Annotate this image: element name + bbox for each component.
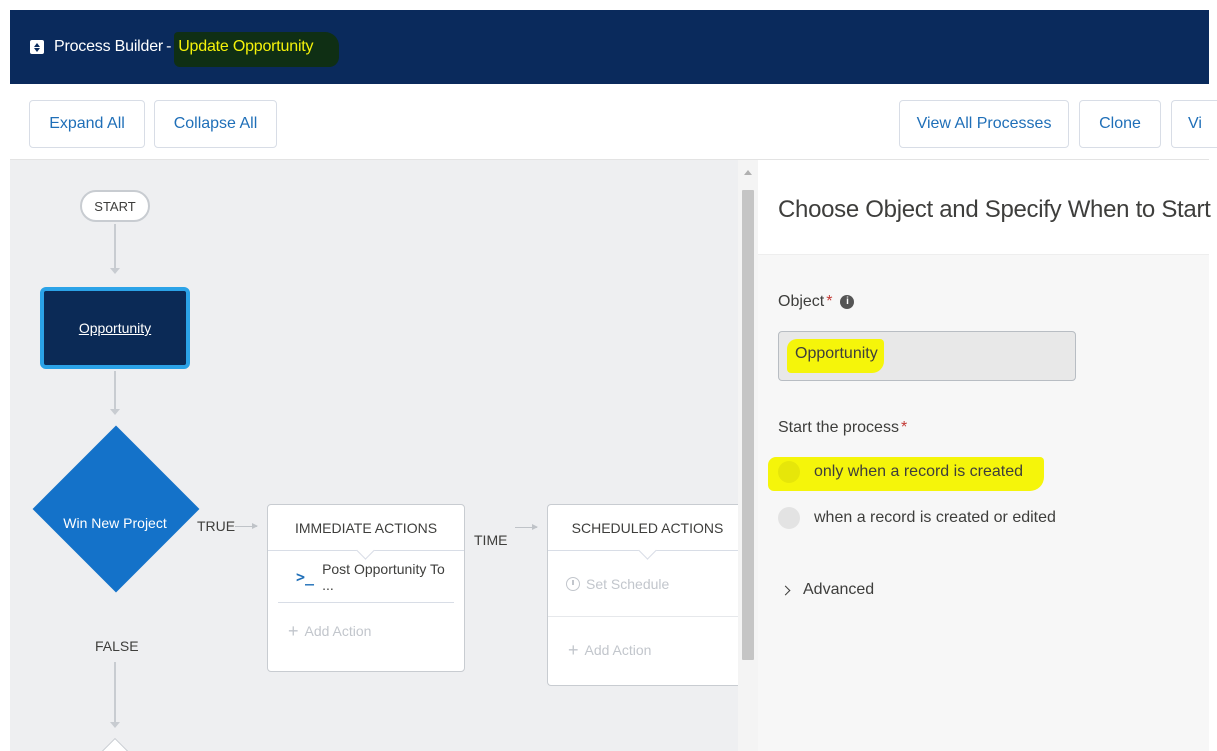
action-label: Post Opportunity To ... [322, 560, 445, 593]
required-mark: * [900, 419, 908, 436]
connector-object [114, 371, 116, 411]
plus-icon: + [288, 620, 299, 641]
view-button[interactable]: Vi [1171, 100, 1217, 148]
app-name: Process Builder [54, 38, 164, 55]
add-action-label: Add Action [304, 623, 372, 639]
object-label: Object [778, 293, 825, 310]
radio-button[interactable] [778, 507, 800, 529]
process-builder-icon [30, 40, 44, 54]
view-all-processes-button[interactable]: View All Processes [899, 100, 1069, 148]
radio-created[interactable]: only when a record is created [778, 461, 1023, 483]
prompt-icon: >_ [296, 567, 315, 586]
title-separator: - [166, 38, 172, 55]
radio-button[interactable] [778, 461, 800, 483]
immediate-actions-header: IMMEDIATE ACTIONS [268, 505, 464, 551]
connector-false [114, 662, 116, 724]
add-action-scheduled[interactable]: + Add Action [548, 617, 747, 683]
arrow-down-icon [110, 409, 120, 415]
criteria-label: Win New Project [63, 515, 167, 531]
panel-title: Choose Object and Specify When to Start … [778, 196, 1217, 223]
time-label: TIME [474, 532, 508, 548]
true-label: TRUE [197, 518, 236, 534]
object-value: Opportunity [787, 339, 884, 373]
scroll-up-icon[interactable] [744, 170, 752, 175]
start-node: START [80, 190, 150, 222]
arrow-down-icon [110, 722, 120, 728]
clone-button[interactable]: Clone [1079, 100, 1161, 148]
properties-panel: Choose Object and Specify When to Start … [758, 160, 1217, 751]
page: Process Builder - Update Opportunity Expan… [0, 0, 1217, 751]
radio-created-edited[interactable]: when a record is created or edited [778, 507, 1056, 529]
clock-icon [566, 576, 580, 591]
scroll-thumb[interactable] [742, 190, 754, 660]
next-criteria-node[interactable] [100, 737, 130, 751]
true-arrow [235, 523, 258, 529]
radio-created-label: only when a record is created [814, 463, 1023, 480]
toolbar: Expand All Collapse All View All Process… [10, 84, 1217, 160]
canvas-scrollbar[interactable] [738, 160, 758, 751]
object-field-label: Object * i [778, 293, 855, 311]
arrow-down-icon [110, 268, 120, 274]
time-arrow [515, 524, 538, 530]
chevron-right-icon [780, 585, 791, 595]
advanced-toggle[interactable]: Advanced [780, 581, 875, 599]
set-schedule-item[interactable]: Set Schedule [548, 551, 747, 617]
expand-all-button[interactable]: Expand All [29, 100, 145, 148]
app-header: Process Builder - Update Opportunity [10, 10, 1209, 84]
app-title: Process Builder - Update Opportunity [54, 32, 340, 67]
add-action-label: Add Action [584, 642, 652, 658]
panel-body: Object * i Opportunity Start the process * … [758, 255, 1209, 751]
info-icon[interactable]: i [840, 294, 855, 309]
panel-header: Choose Object and Specify When to Start … [758, 160, 1217, 255]
object-input[interactable]: Opportunity [778, 331, 1076, 381]
add-action-immediate[interactable]: + Add Action [268, 603, 464, 659]
false-label: FALSE [95, 638, 139, 654]
criteria-node[interactable] [32, 425, 200, 593]
process-name: Update Opportunity [174, 32, 340, 67]
start-label: Start the process [778, 419, 899, 436]
advanced-label: Advanced [803, 581, 875, 598]
start-process-label: Start the process * [778, 419, 907, 437]
object-node[interactable]: Opportunity [40, 287, 190, 369]
collapse-all-button[interactable]: Collapse All [154, 100, 277, 148]
process-canvas: START Opportunity Win New Project TRUE F… [10, 160, 747, 751]
scheduled-actions-header: SCHEDULED ACTIONS [548, 505, 747, 551]
set-schedule-label: Set Schedule [586, 575, 670, 592]
required-mark: * [826, 293, 833, 310]
connector-start [114, 224, 116, 270]
plus-icon: + [568, 639, 579, 660]
immediate-actions-box: IMMEDIATE ACTIONS >_ Post Opportunity To… [267, 504, 465, 672]
scheduled-actions-box: SCHEDULED ACTIONS Set Schedule + Add Act… [547, 504, 747, 686]
radio-created-edited-label: when a record is created or edited [814, 509, 1056, 526]
